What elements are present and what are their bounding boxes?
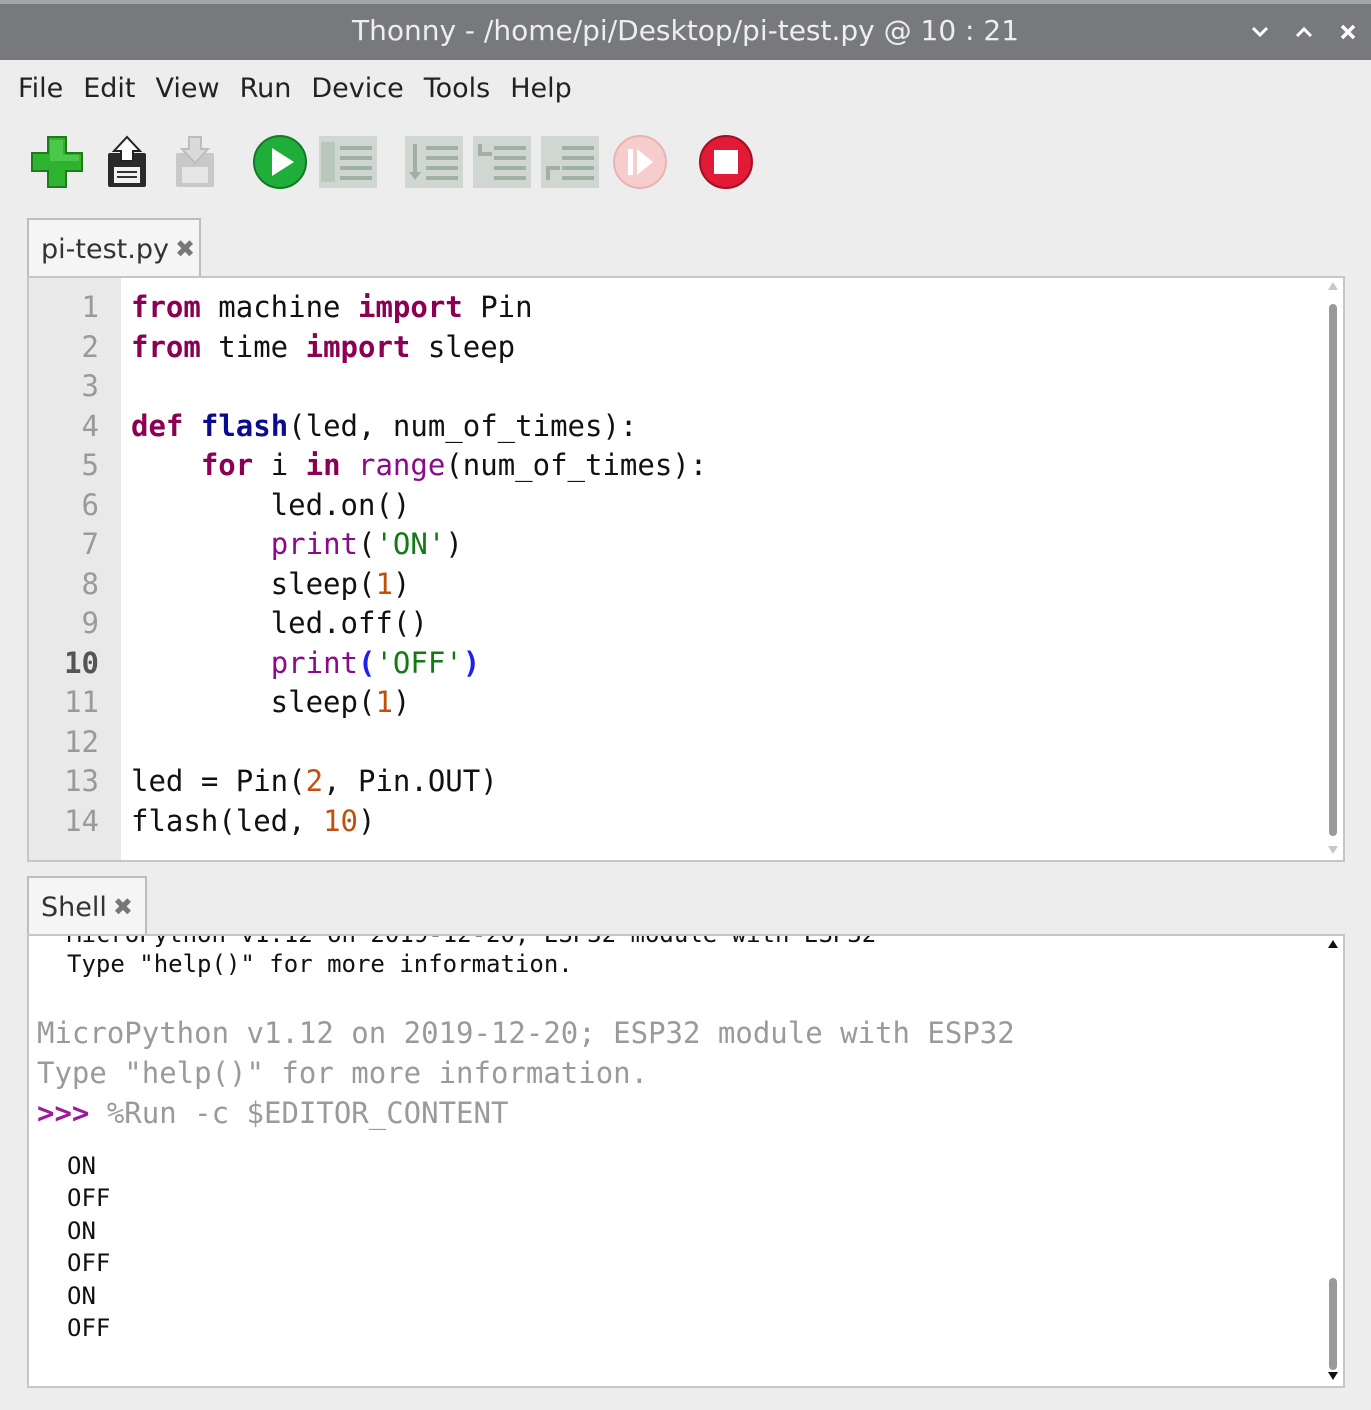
code-line[interactable]: sleep(1)	[131, 685, 411, 719]
tab-label: pi-test.py	[41, 233, 169, 265]
code-line[interactable]: led.off()	[131, 606, 428, 640]
menu-tools[interactable]: Tools	[414, 73, 501, 104]
toolbar	[0, 124, 1371, 204]
tab-editor-file[interactable]: pi-test.py ✖	[27, 218, 201, 278]
save-file-icon	[176, 136, 214, 187]
close-tab-icon[interactable]: ✖	[175, 235, 195, 263]
line-number: 11	[64, 685, 99, 719]
code-line[interactable]: led.on()	[131, 488, 411, 522]
line-number: 9	[81, 606, 99, 640]
tab-label: Shell	[41, 891, 107, 923]
shell-output-line: ON	[67, 1217, 96, 1245]
shell-output-line: OFF	[67, 1314, 111, 1342]
code-line[interactable]: def flash(led, num_of_times):	[131, 409, 637, 443]
code-line[interactable]: print('OFF')	[131, 646, 481, 680]
code-line[interactable]: from machine import Pin	[131, 290, 533, 324]
stop-button[interactable]	[696, 132, 756, 192]
step-into-icon	[473, 136, 531, 188]
save-file-button[interactable]	[164, 132, 224, 192]
tab-shell[interactable]: Shell ✖	[27, 876, 147, 936]
code-line[interactable]: from time import sleep	[131, 330, 515, 364]
close-button[interactable]	[1337, 16, 1359, 48]
step-into-button[interactable]	[472, 132, 532, 192]
open-file-icon	[108, 135, 146, 187]
step-over-button[interactable]	[404, 132, 464, 192]
shell-command-line: >>> %Run -c $EDITOR_CONTENT	[37, 1096, 508, 1130]
line-number: 12	[64, 725, 99, 759]
menu-run[interactable]: Run	[230, 73, 302, 104]
shell-command: %Run -c $EDITOR_CONTENT	[89, 1096, 509, 1130]
shell-output-line: OFF	[67, 1184, 111, 1212]
code-line[interactable]: flash(led, 10)	[131, 804, 375, 838]
stop-icon	[699, 135, 753, 189]
window-controls	[1249, 16, 1359, 48]
title-bar: Thonny - /home/pi/Desktop/pi-test.py @ 1…	[0, 0, 1371, 60]
shell-scrollbar[interactable]	[1327, 938, 1339, 1384]
close-tab-icon[interactable]: ✖	[113, 893, 133, 921]
chevron-down-icon	[1251, 26, 1269, 38]
line-number: 13	[64, 764, 99, 798]
step-out-icon	[541, 136, 599, 188]
run-icon	[253, 135, 307, 189]
resume-icon	[613, 135, 667, 189]
debug-button[interactable]	[318, 132, 378, 192]
shell-output-line: ON	[67, 1152, 96, 1180]
close-icon	[1340, 24, 1356, 40]
menu-bar: File Edit View Run Device Tools Help	[0, 60, 1371, 116]
menu-help[interactable]: Help	[500, 73, 582, 104]
shell-prompt: >>>	[37, 1096, 90, 1130]
menu-view[interactable]: View	[145, 73, 229, 104]
code-line[interactable]: sleep(1)	[131, 567, 411, 601]
step-out-button[interactable]	[540, 132, 600, 192]
code-editor[interactable]: 1 2 3 4 5 6 7 8 9 10 11 12 13 14 from ma…	[27, 276, 1345, 862]
editor-scrollbar[interactable]	[1327, 280, 1339, 858]
shell-banner-line: Type "help()" for more information.	[37, 1056, 649, 1090]
resume-button[interactable]	[610, 132, 670, 192]
line-number-current: 10	[64, 646, 99, 680]
shell-text-line: Type "help()" for more information.	[67, 950, 573, 978]
line-number: 6	[81, 488, 99, 522]
shell-output-line: OFF	[67, 1249, 111, 1277]
line-number: 2	[81, 330, 99, 364]
maximize-button[interactable]	[1293, 16, 1315, 48]
open-file-button[interactable]	[96, 132, 156, 192]
line-number: 3	[81, 369, 99, 403]
menu-edit[interactable]: Edit	[73, 73, 145, 104]
step-over-icon	[405, 136, 463, 188]
debug-icon	[319, 136, 377, 188]
shell-output-line: ON	[67, 1282, 96, 1310]
line-number: 1	[81, 290, 99, 324]
code-line[interactable]: for i in range(num_of_times):	[131, 448, 707, 482]
chevron-up-icon	[1295, 26, 1313, 38]
line-number: 4	[81, 409, 99, 443]
shell-text-line: MicroPython v1.12 on 2019-12-20; ESP32 m…	[67, 934, 877, 948]
line-number-gutter: 1 2 3 4 5 6 7 8 9 10 11 12 13 14	[29, 278, 121, 860]
line-number: 7	[81, 527, 99, 561]
line-number: 14	[64, 804, 99, 838]
run-button[interactable]	[250, 132, 310, 192]
window-title: Thonny - /home/pi/Desktop/pi-test.py @ 1…	[351, 14, 1020, 47]
code-line[interactable]: print('ON')	[131, 527, 463, 561]
menu-file[interactable]: File	[8, 73, 73, 104]
shell-banner-line: MicroPython v1.12 on 2019-12-20; ESP32 m…	[37, 1016, 1015, 1050]
minimize-button[interactable]	[1249, 16, 1271, 48]
line-number: 8	[81, 567, 99, 601]
line-number: 5	[81, 448, 99, 482]
new-file-icon	[31, 136, 83, 188]
code-line[interactable]: led = Pin(2, Pin.OUT)	[131, 764, 498, 798]
menu-device[interactable]: Device	[301, 73, 413, 104]
shell-panel[interactable]: MicroPython v1.12 on 2019-12-20; ESP32 m…	[27, 934, 1345, 1388]
new-file-button[interactable]	[27, 132, 87, 192]
